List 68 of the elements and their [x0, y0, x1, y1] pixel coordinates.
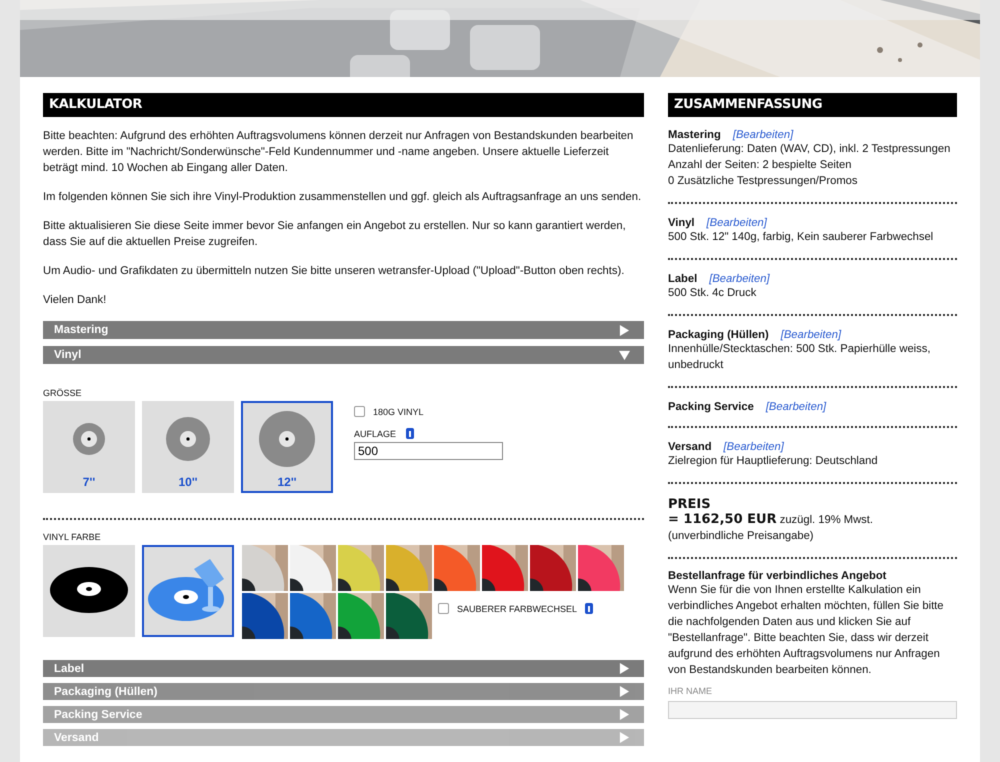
checkbox[interactable]	[438, 603, 449, 614]
size-option[interactable]: 10''	[142, 401, 234, 493]
edit-link[interactable]: [Bearbeiten]	[780, 329, 842, 341]
section-title: ZUSAMMENFASSUNG	[668, 93, 957, 117]
edit-link[interactable]: [Bearbeiten]	[766, 401, 826, 413]
edit-link[interactable]: [Bearbeiten]	[724, 441, 784, 453]
edit-link[interactable]: [Bearbeiten]	[706, 217, 767, 229]
summary-text: Datenlieferung: Daten (WAV, CD), inkl. 2 Testpressungen	[668, 142, 952, 157]
accordion-header[interactable]: Packaging (Hüllen)	[43, 683, 644, 700]
paragraph: Bitte beachten: Aufgrund des erhöhten Auftragsvolumens können derzeit nur Anfragen von Bestandskunden bearbeiten werden. Bitte im "Nachricht/Sonderwünsche"-Feld Kundennummer und -name angeben. Unsere aktuelle Lieferzeit beträgt mind. 10 Wochen ab Eingang aller Daten.	[43, 129, 634, 176]
tax-note: zuzügl. 19% Mwst.	[780, 514, 873, 526]
color-swatch[interactable]	[386, 545, 432, 591]
accordion-header[interactable]: Mastering	[43, 321, 644, 339]
field-label: GRÖSSE	[43, 388, 83, 398]
quantity-field[interactable]: 500	[354, 442, 503, 460]
record-icon	[50, 567, 128, 613]
price-heading: PREIS	[668, 497, 712, 512]
color-swatch[interactable]	[290, 593, 336, 639]
checkbox-label: 180G VINYL	[373, 406, 424, 416]
size-option[interactable]: 7''	[43, 401, 135, 493]
section-title: KALKULATOR	[43, 93, 644, 117]
color-swatch[interactable]	[242, 593, 288, 639]
summary-text: Anzahl der Seiten: 2 bespielte Seiten	[668, 158, 852, 173]
color-swatch[interactable]	[386, 593, 432, 639]
paragraph: Wenn Sie für die von Ihnen erstellte Kalkulation ein verbindliches Angebot erhalten möchten, füllen Sie bitte die nachfolgenden Daten aus und klicken Sie auf "Bestellanfrage". Bitte beachten Sie, dass wir derzeit aufgrund des erhöhten Auftragsvolumens nur Anfragen von Bestandskunden bearbeiten können.	[668, 583, 945, 678]
color-swatch[interactable]	[242, 545, 288, 591]
color-swatch[interactable]	[338, 545, 384, 591]
summary-text: 500 Stk. 4c Druck	[668, 286, 758, 301]
color-swatch[interactable]	[434, 545, 480, 591]
color-swatch[interactable]	[338, 593, 384, 639]
summary-heading: Label	[668, 273, 698, 285]
field-label: IHR NAME	[668, 686, 714, 696]
color-swatch[interactable]	[482, 545, 528, 591]
paragraph: Vielen Dank!	[43, 293, 108, 308]
accordion-header[interactable]: Vinyl	[43, 346, 644, 364]
accordion-header[interactable]: Label	[43, 660, 644, 677]
record-icon	[166, 417, 210, 461]
checkbox[interactable]	[354, 406, 365, 417]
info-icon[interactable]	[406, 428, 414, 439]
summary-heading: Vinyl	[668, 217, 695, 229]
color-swatch[interactable]	[530, 545, 576, 591]
record-icon	[73, 423, 105, 455]
edit-link[interactable]: [Bearbeiten]	[709, 273, 770, 285]
color-swatch[interactable]	[578, 545, 624, 591]
summary-heading: Packaging (Hüllen)	[668, 329, 769, 341]
info-icon[interactable]	[585, 603, 594, 614]
color-swatch[interactable]	[290, 545, 336, 591]
paragraph: Um Audio- und Grafikdaten zu übermitteln nutzen Sie bitte unseren wetransfer-Upload ("Upload"-Button oben rechts).	[43, 264, 626, 279]
paragraph: Im folgenden können Sie sich ihre Vinyl-Produktion zusammenstellen und ggf. gleich als Auftragsanfrage an uns senden.	[43, 190, 642, 205]
summary-text: 0 Zusätzliche Testpressungen/Promos	[668, 174, 858, 189]
paragraph: Bitte aktualisieren Sie diese Seite immer bevor Sie anfangen ein Angebot zu erstellen. Nur so kann garantiert werden, dass Sie auf die aktuellen Preise zugreifen.	[43, 219, 627, 250]
field-label: AUFLAGE	[354, 428, 396, 438]
checkbox-label: SAUBERER FARBWECHSEL	[457, 604, 578, 614]
summary-text: Innenhülle/Stecktaschen: 500 Stk. Papierhülle weiss, unbedruckt	[668, 342, 932, 373]
field-label: VINYL FARBE	[43, 532, 102, 542]
summary-heading: Packing Service	[668, 401, 754, 413]
price-amount: = 1162,50 EUR	[668, 512, 777, 527]
summary-text: 500 Stk. 12" 140g, farbig, Kein sauberer Farbwechsel	[668, 230, 934, 245]
price-note: (unverbindliche Preisangabe)	[668, 529, 815, 544]
edit-link[interactable]: [Bearbeiten]	[732, 129, 794, 141]
summary-text: Zielregion für Hauptlieferung: Deutschland	[668, 454, 879, 469]
color-type-option[interactable]	[142, 545, 234, 637]
record-icon	[259, 411, 315, 467]
name-field[interactable]	[668, 701, 957, 719]
size-option[interactable]: 12''	[241, 401, 333, 493]
summary-heading: Mastering	[668, 129, 721, 141]
request-heading: Bestellanfrage für verbindliches Angebot	[668, 570, 888, 582]
summary-heading: Versand	[668, 441, 712, 453]
